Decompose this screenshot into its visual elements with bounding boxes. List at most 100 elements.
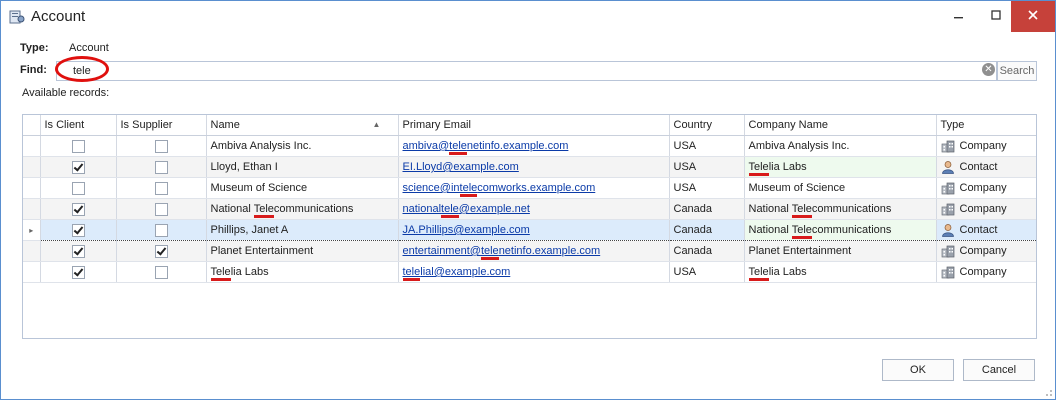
- type-cell[interactable]: Company: [936, 198, 1036, 220]
- column-header-primary-email[interactable]: Primary Email: [398, 115, 670, 136]
- name-cell[interactable]: Planet Entertainment: [206, 240, 399, 262]
- name-cell[interactable]: Museum of Science: [206, 177, 399, 199]
- is-client-checkbox[interactable]: [71, 139, 85, 153]
- company-name-cell[interactable]: Telelia Labs: [744, 261, 937, 283]
- cancel-button[interactable]: Cancel: [963, 359, 1035, 381]
- is-client-cell[interactable]: [40, 198, 117, 220]
- is-client-checkbox[interactable]: [71, 160, 85, 174]
- country-cell[interactable]: USA: [669, 177, 745, 199]
- country-cell[interactable]: Canada: [669, 240, 745, 262]
- email-cell[interactable]: JA.Phillips@example.com: [398, 219, 670, 241]
- email-link[interactable]: nationaltele@example.net: [403, 203, 530, 218]
- country-cell[interactable]: USA: [669, 156, 745, 178]
- name-cell[interactable]: National Telecommunications: [206, 198, 399, 220]
- is-supplier-cell[interactable]: [116, 261, 207, 283]
- email-link[interactable]: entertainment@telenetinfo.example.com: [403, 245, 600, 260]
- is-client-checkbox[interactable]: [71, 223, 85, 237]
- email-cell[interactable]: entertainment@telenetinfo.example.com: [398, 240, 670, 262]
- type-cell[interactable]: Contact: [936, 219, 1036, 241]
- is-supplier-checkbox[interactable]: [154, 139, 168, 153]
- is-supplier-checkbox[interactable]: [154, 265, 168, 279]
- row-indicator[interactable]: [23, 156, 41, 178]
- table-row[interactable]: Ambiva Analysis Inc. ambiva@telenetinfo.e…: [23, 135, 1036, 157]
- is-client-checkbox[interactable]: [71, 202, 85, 216]
- close-button[interactable]: [1011, 1, 1055, 32]
- column-header-type[interactable]: Type: [936, 115, 1036, 136]
- email-link[interactable]: ambiva@telenetinfo.example.com: [403, 140, 568, 155]
- maximize-button[interactable]: [981, 1, 1011, 32]
- is-client-checkbox[interactable]: [71, 265, 85, 279]
- country-cell[interactable]: Canada: [669, 198, 745, 220]
- minimize-button[interactable]: [944, 1, 974, 32]
- table-row[interactable]: Museum of Science science@intelecomworks.…: [23, 177, 1036, 199]
- table-row[interactable]: National Telecommunications nationaltele@…: [23, 198, 1036, 220]
- company-name-cell[interactable]: Museum of Science: [744, 177, 937, 199]
- clear-icon[interactable]: ✕: [982, 63, 995, 76]
- is-supplier-checkbox[interactable]: [154, 202, 168, 216]
- is-client-cell[interactable]: [40, 219, 117, 241]
- email-cell[interactable]: nationaltele@example.net: [398, 198, 670, 220]
- type-cell[interactable]: Company: [936, 135, 1036, 157]
- company-name-cell[interactable]: Planet Entertainment: [744, 240, 937, 262]
- email-link[interactable]: telelial@example.com: [402, 266, 510, 281]
- email-cell[interactable]: science@intelecomworks.example.com: [398, 177, 670, 199]
- row-indicator[interactable]: [23, 240, 41, 262]
- column-header-is-supplier[interactable]: Is Supplier: [116, 115, 207, 136]
- country-cell[interactable]: Canada: [669, 219, 745, 241]
- name-cell[interactable]: Lloyd, Ethan I: [206, 156, 399, 178]
- country-cell[interactable]: USA: [669, 261, 745, 283]
- email-cell[interactable]: telelial@example.com: [398, 261, 670, 283]
- table-row[interactable]: Telelia Labs telelial@example.com USA Telel…: [23, 261, 1036, 283]
- is-client-cell[interactable]: [40, 135, 117, 157]
- column-header-is-client[interactable]: Is Client: [40, 115, 117, 136]
- company-name-cell[interactable]: National Telecommunications: [744, 219, 937, 241]
- is-supplier-checkbox[interactable]: [154, 181, 168, 195]
- type-cell[interactable]: Company: [936, 240, 1036, 262]
- find-input[interactable]: [73, 64, 943, 77]
- table-row[interactable]: Lloyd, Ethan I EI.Lloyd@example.com USA Tel…: [23, 156, 1036, 178]
- row-indicator[interactable]: [23, 135, 41, 157]
- is-supplier-cell[interactable]: [116, 240, 207, 262]
- company-name-cell[interactable]: Telelia Labs: [744, 156, 937, 178]
- column-header-country[interactable]: Country: [669, 115, 745, 136]
- row-indicator[interactable]: [23, 198, 41, 220]
- is-supplier-checkbox[interactable]: [154, 223, 168, 237]
- is-supplier-cell[interactable]: [116, 177, 207, 199]
- row-indicator[interactable]: [23, 261, 41, 283]
- name-cell[interactable]: Phillips, Janet A: [206, 219, 399, 241]
- country-cell[interactable]: USA: [669, 135, 745, 157]
- is-client-cell[interactable]: [40, 261, 117, 283]
- row-indicator[interactable]: [23, 177, 41, 199]
- type-cell[interactable]: Company: [936, 261, 1036, 283]
- is-client-cell[interactable]: [40, 177, 117, 199]
- ok-button[interactable]: OK: [882, 359, 954, 381]
- company-name-cell[interactable]: Ambiva Analysis Inc.: [744, 135, 937, 157]
- is-client-cell[interactable]: [40, 240, 117, 262]
- is-client-checkbox[interactable]: [71, 181, 85, 195]
- name-cell[interactable]: Telelia Labs: [206, 261, 399, 283]
- row-indicator[interactable]: ▸: [23, 219, 41, 241]
- email-link[interactable]: JA.Phillips@example.com: [403, 224, 530, 236]
- name-cell[interactable]: Ambiva Analysis Inc.: [206, 135, 399, 157]
- column-header-company-name[interactable]: Company Name: [744, 115, 937, 136]
- is-supplier-checkbox[interactable]: [154, 244, 168, 258]
- email-link[interactable]: science@intelecomworks.example.com: [403, 182, 595, 197]
- email-cell[interactable]: ambiva@telenetinfo.example.com: [398, 135, 670, 157]
- is-supplier-checkbox[interactable]: [154, 160, 168, 174]
- column-header-name[interactable]: Name ▲: [206, 115, 399, 136]
- email-link[interactable]: EI.Lloyd@example.com: [403, 161, 519, 173]
- is-supplier-cell[interactable]: [116, 198, 207, 220]
- email-cell[interactable]: EI.Lloyd@example.com: [398, 156, 670, 178]
- search-button[interactable]: Search: [997, 61, 1037, 81]
- table-row[interactable]: ▸ Phillips, Janet A JA.Phillips@example.co…: [23, 219, 1036, 241]
- type-cell[interactable]: Company: [936, 177, 1036, 199]
- is-supplier-cell[interactable]: [116, 156, 207, 178]
- records-grid[interactable]: Is Client Is Supplier Name ▲ Primary Ema…: [22, 114, 1037, 339]
- is-client-checkbox[interactable]: [71, 244, 85, 258]
- table-row[interactable]: Planet Entertainment entertainment@telene…: [23, 240, 1036, 262]
- is-client-cell[interactable]: [40, 156, 117, 178]
- is-supplier-cell[interactable]: [116, 219, 207, 241]
- company-name-cell[interactable]: National Telecommunications: [744, 198, 937, 220]
- type-cell[interactable]: Contact: [936, 156, 1036, 178]
- is-supplier-cell[interactable]: [116, 135, 207, 157]
